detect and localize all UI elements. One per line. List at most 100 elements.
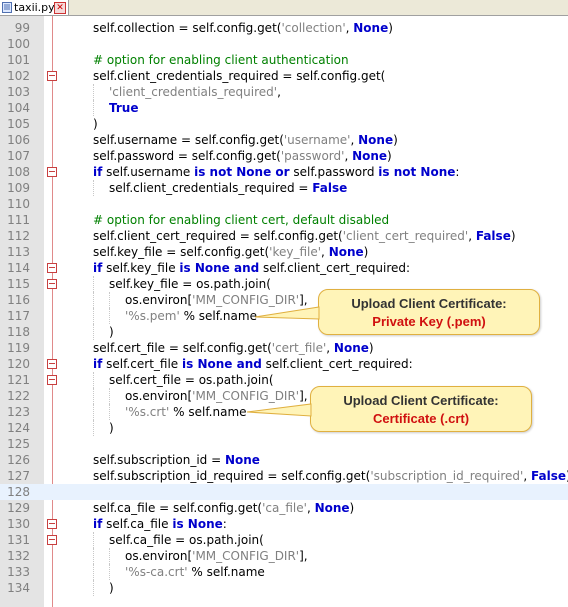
line-number: 128 (7, 485, 30, 499)
code-line[interactable]: 111 # option for enabling client cert, de… (0, 212, 568, 228)
code-text: self.key_file = os.path.join( (109, 276, 271, 292)
fold-toggle-icon[interactable] (47, 359, 57, 369)
code-line[interactable]: 109 self.client_credentials_required = Fa… (0, 180, 568, 196)
code-text: if self.cert_file is None and self.clien… (93, 356, 413, 372)
code-line[interactable]: 128 (0, 484, 568, 500)
code-text: if self.ca_file is None: (93, 516, 227, 532)
line-number: 122 (7, 389, 30, 403)
code-line[interactable]: 119 self.cert_file = self.config.get('cer… (0, 340, 568, 356)
fold-toggle-icon[interactable] (47, 71, 57, 81)
code-line[interactable]: 104 True (0, 100, 568, 116)
code-line[interactable]: 105) (0, 116, 568, 132)
fold-toggle-icon[interactable] (47, 263, 57, 273)
fold-toggle-icon[interactable] (47, 535, 57, 545)
indent-guide (93, 180, 94, 196)
code-text: self.password = self.config.get('passwor… (93, 148, 392, 164)
tab-taxii-py[interactable]: taxii.py ✕ (0, 0, 69, 15)
code-token: , (350, 133, 359, 147)
keyword-token: None (224, 453, 260, 467)
code-line[interactable]: 99 self.collection = self.config.get('col… (0, 20, 568, 36)
code-token: , (344, 149, 353, 163)
code-token: ], (299, 389, 308, 403)
indent-guide (93, 84, 94, 100)
line-number: 110 (7, 197, 30, 211)
line-number: 126 (7, 453, 30, 467)
string-token: '%s.crt' (125, 405, 170, 419)
code-line[interactable]: 106 self.username = self.config.get('user… (0, 132, 568, 148)
string-token: 'client_cert_required' (342, 229, 469, 243)
code-text: ) (109, 324, 114, 340)
keyword-token: is None and (182, 357, 262, 371)
code-token: : (455, 165, 460, 179)
code-text: self.client_credentials_required = self.… (93, 68, 385, 84)
code-token: ) (387, 149, 392, 163)
fold-toggle-icon[interactable] (47, 279, 57, 289)
code-text: True (109, 100, 138, 116)
line-number: 111 (7, 213, 30, 227)
code-line[interactable]: 110 (0, 196, 568, 212)
fold-toggle-icon[interactable] (47, 519, 57, 529)
keyword-token: if (93, 165, 103, 179)
code-line[interactable]: 103 'client_credentials_required', (0, 84, 568, 100)
code-token: ) (388, 21, 393, 35)
close-icon[interactable]: ✕ (54, 2, 66, 14)
callout-highlight: Certificate (.crt) (372, 411, 470, 426)
line-number: 103 (7, 85, 30, 99)
code-token: % (179, 309, 199, 323)
code-token: self.key_file = self.config.get( (93, 245, 270, 259)
comment-token: # option for enabling client authenticat… (93, 53, 349, 67)
fold-toggle-icon[interactable] (47, 375, 57, 385)
code-line[interactable]: 113 self.key_file = self.config.get('key_… (0, 244, 568, 260)
callout-pointer (246, 403, 312, 417)
string-token: 'password' (280, 149, 345, 163)
comment-token: # option for enabling client cert, defau… (93, 213, 390, 227)
line-number: 132 (7, 549, 30, 563)
code-text: ) (109, 420, 114, 436)
line-number: 129 (7, 501, 30, 515)
line-number: 112 (7, 229, 30, 243)
code-line[interactable]: 126 self.subscription_id = None (0, 452, 568, 468)
code-line[interactable]: 130 if self.ca_file is None: (0, 516, 568, 532)
tab-bar: taxii.py ✕ (0, 0, 568, 16)
string-token: 'MM_CONFIG_DIR' (192, 389, 300, 403)
code-line[interactable]: 133 '%s-ca.crt' % self.name (0, 564, 568, 580)
code-token: ) (510, 229, 516, 243)
code-token: self.username = self.config.get( (93, 133, 284, 147)
code-line[interactable]: 102 self.client_credentials_required = se… (0, 68, 568, 84)
string-token: 'username' (283, 133, 351, 147)
code-line[interactable]: 100 (0, 36, 568, 52)
code-token: , (321, 245, 329, 259)
code-token: self.client_cert_required = self.config.… (93, 229, 343, 243)
code-token: ) (109, 421, 114, 435)
code-text: self.ca_file = self.config.get('ca_file'… (93, 500, 354, 516)
fold-toggle-icon[interactable] (47, 167, 57, 177)
line-number: 117 (7, 309, 30, 323)
code-line[interactable]: 134) (0, 580, 568, 596)
code-text: # option for enabling client authenticat… (93, 52, 349, 68)
string-token: 'subscription_id_required' (370, 469, 524, 483)
indent-guide (93, 532, 94, 548)
code-line[interactable]: 114 if self.key_file is None and self.cli… (0, 260, 568, 276)
callout-private-key: Upload Client Certificate: Private Key (… (318, 289, 540, 335)
code-token: self.collection = self.config.get( (93, 21, 282, 35)
callout-highlight: Private Key (.pem) (372, 314, 486, 329)
code-line[interactable]: 131 self.ca_file = os.path.join( (0, 532, 568, 548)
code-line[interactable]: 125 (0, 436, 568, 452)
line-number: 109 (7, 181, 30, 195)
keyword-token: is not None (378, 165, 456, 179)
code-line[interactable]: 129 self.ca_file = self.config.get('ca_fi… (0, 500, 568, 516)
code-line[interactable]: 101 # option for enabling client authenti… (0, 52, 568, 68)
code-line[interactable]: 112 self.client_cert_required = self.conf… (0, 228, 568, 244)
callout-title: Upload Client Certificate: (343, 393, 499, 408)
line-number: 125 (7, 437, 30, 451)
line-number: 101 (7, 53, 30, 67)
line-number: 120 (7, 357, 30, 371)
keyword-token: is None (172, 517, 223, 531)
code-line[interactable]: 127 self.subscription_id_required = self.… (0, 468, 568, 484)
line-number: 119 (7, 341, 30, 355)
code-line[interactable]: 120 if self.cert_file is None and self.cl… (0, 356, 568, 372)
code-line[interactable]: 132 os.environ['MM_CONFIG_DIR'], (0, 548, 568, 564)
code-line[interactable]: 108 if self.username is not None or self.… (0, 164, 568, 180)
code-token: ) (349, 501, 355, 515)
code-line[interactable]: 107 self.password = self.config.get('pass… (0, 148, 568, 164)
